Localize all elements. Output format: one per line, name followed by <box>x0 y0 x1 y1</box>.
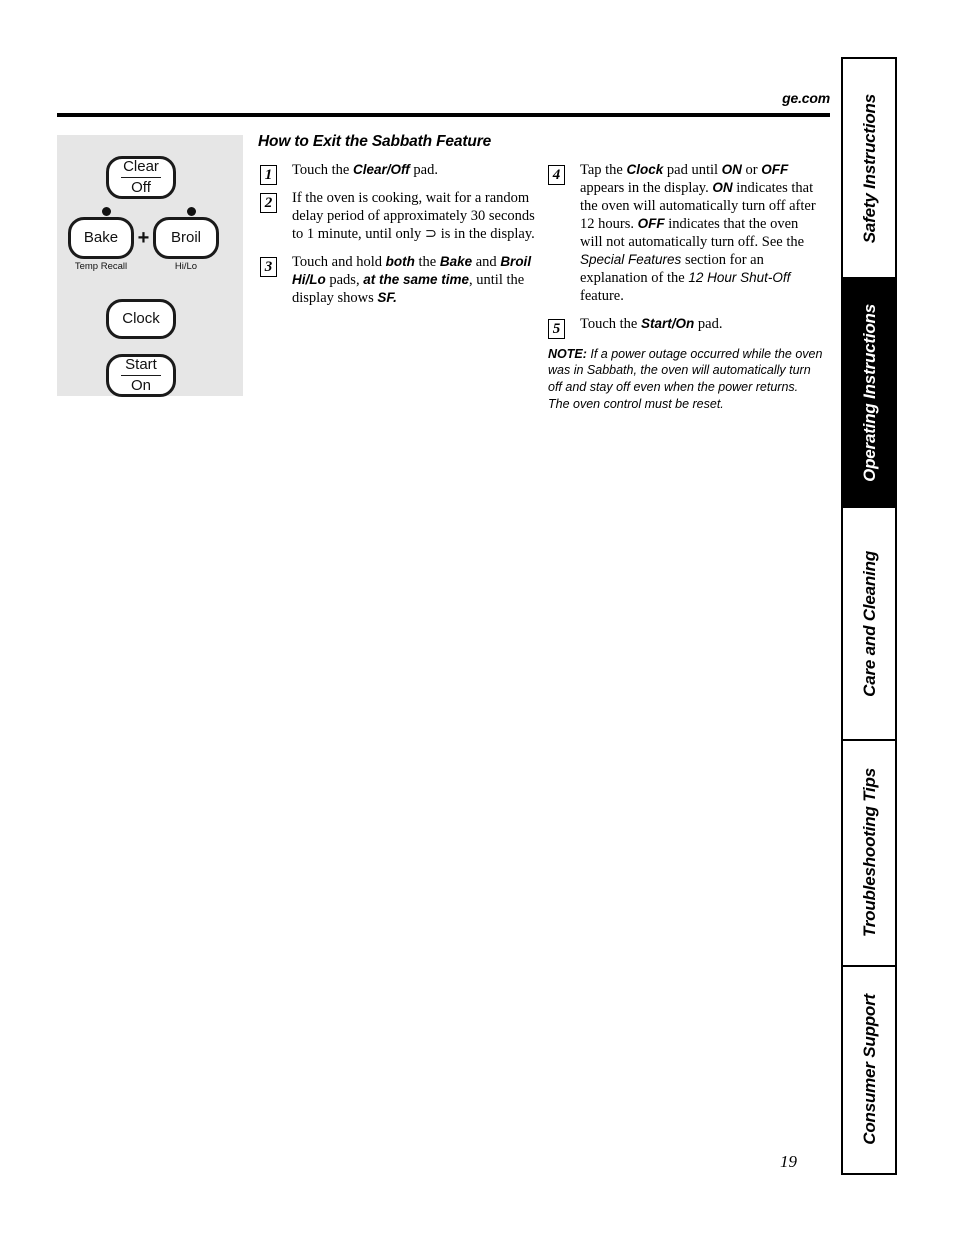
step-text: Touch the Clear/Off pad. <box>292 162 438 178</box>
step-number-badge: 3 <box>260 256 277 277</box>
pad-clear-off-divider <box>121 176 161 179</box>
header-rule <box>57 113 830 117</box>
note-block: NOTE: If a power outage occurred while t… <box>548 346 823 413</box>
pad-clock-label: Clock <box>122 309 160 327</box>
pad-bake-label: Bake <box>83 228 119 246</box>
pad-broil[interactable]: Broil <box>153 217 219 259</box>
pad-start-on-divider <box>121 374 161 377</box>
note-label: NOTE: <box>548 346 587 361</box>
step-1: 1 Touch the Clear/Off pad. <box>260 162 535 185</box>
instructions-column-left: 1 Touch the Clear/Off pad. 2 If the oven is… <box>260 162 535 318</box>
tab-safety-instructions[interactable]: Safety Instructions <box>843 59 895 280</box>
step-number-badge: 2 <box>260 192 277 213</box>
plus-sign-icon: + <box>137 227 150 249</box>
pad-clear-off-label-bottom: Off <box>131 179 151 197</box>
instructions-column-right: 4 Tap the Clock pad until ON or OFF appea… <box>548 162 823 412</box>
tab-label: Operating Instructions <box>859 303 879 482</box>
step-number-badge: 5 <box>548 318 565 339</box>
pad-bake-sublabel: Temp Recall <box>74 261 128 272</box>
page-title: How to Exit the Sabbath Feature <box>258 133 492 150</box>
site-url-header: ge.com <box>782 90 830 106</box>
tab-consumer-support[interactable]: Consumer Support <box>843 966 895 1173</box>
broil-indicator-dot-icon <box>187 207 196 216</box>
pad-start-on-label-bottom: On <box>130 377 151 395</box>
pad-start-on-label-top: Start <box>125 356 157 373</box>
bake-indicator-dot-icon <box>102 207 111 216</box>
note-text: If a power outage occurred while the ove… <box>548 346 823 411</box>
tab-label: Troubleshooting Tips <box>859 768 879 938</box>
pad-clock[interactable]: Clock <box>106 299 176 339</box>
step-4: 4 Tap the Clock pad until ON or OFF appea… <box>548 162 823 306</box>
section-tab-rail: Safety Instructions Operating Instruction… <box>841 57 897 1175</box>
step-number-badge: 4 <box>548 165 565 185</box>
pad-bake[interactable]: Bake <box>68 217 134 259</box>
step-number-badge: 1 <box>260 165 277 185</box>
step-text: Touch and hold both the Bake and Broil H… <box>292 253 532 306</box>
tab-care-and-cleaning[interactable]: Care and Cleaning <box>843 507 895 742</box>
step-text: Tap the Clock pad until ON or OFF appear… <box>580 162 816 304</box>
tab-label: Care and Cleaning <box>859 550 879 697</box>
oven-control-panel-illustration: Clear Off Bake Temp Recall + Broil Hi/Lo… <box>57 135 243 397</box>
pad-clear-off[interactable]: Clear Off <box>106 156 176 199</box>
step-3: 3 Touch and hold both the Bake and Broil … <box>260 254 535 308</box>
step-text: If the oven is cooking, wait for a rando… <box>292 189 535 242</box>
page-number: 19 <box>780 1152 797 1171</box>
step-2: 2 If the oven is cooking, wait for a rand… <box>260 190 535 244</box>
tab-label: Safety Instructions <box>859 93 879 243</box>
pad-broil-sublabel: Hi/Lo <box>174 261 198 272</box>
step-text: Touch the Start/On pad. <box>580 315 723 332</box>
tab-troubleshooting-tips[interactable]: Troubleshooting Tips <box>843 741 895 967</box>
pad-start-on[interactable]: Start On <box>106 354 176 397</box>
pad-broil-label: Broil <box>170 228 201 246</box>
pad-clear-off-label-top: Clear <box>123 158 159 175</box>
step-5: 5 Touch the Start/On pad. <box>548 315 823 339</box>
tab-label: Consumer Support <box>859 994 879 1146</box>
tab-operating-instructions[interactable]: Operating Instructions <box>843 279 895 508</box>
